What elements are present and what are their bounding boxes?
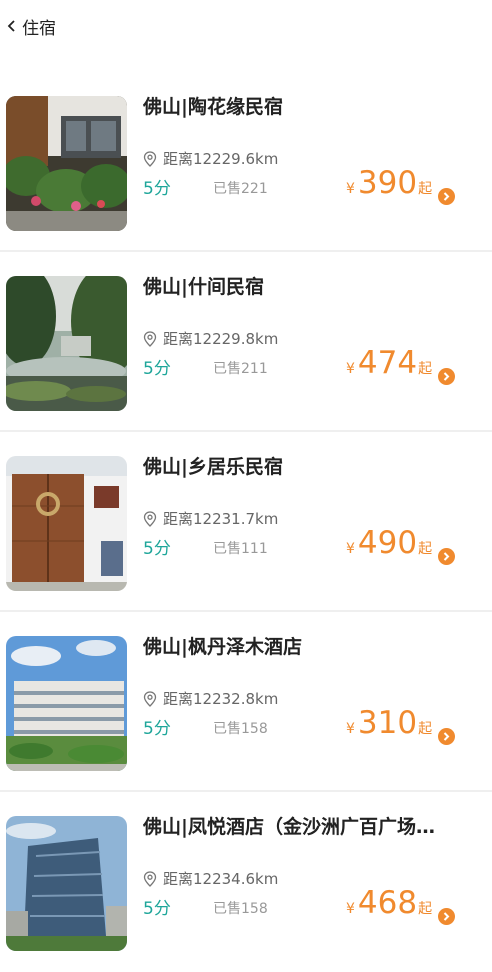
price[interactable]: ¥ 490 起 xyxy=(346,526,432,560)
arrow-right-circle-icon[interactable] xyxy=(438,908,455,925)
location-pin-icon xyxy=(143,690,157,707)
hotel-name[interactable]: 佛山|乡居乐民宿 xyxy=(143,452,478,479)
distance-text: 距离12234.6km xyxy=(163,870,279,888)
rating-score: 5分 xyxy=(143,179,171,199)
sold-count: 已售221 xyxy=(213,181,268,197)
currency-symbol: ¥ xyxy=(346,541,355,557)
hotel-photo xyxy=(6,636,127,771)
hotel-photo xyxy=(6,96,127,231)
hotel-photo xyxy=(6,816,127,951)
price-unit: 起 xyxy=(418,721,433,737)
distance: 距离12229.6km xyxy=(143,148,278,169)
rating-score: 5分 xyxy=(143,719,171,739)
distance-text: 距离12232.8km xyxy=(163,690,279,708)
hotel-card[interactable]: 佛山|枫丹泽木酒店 距离12232.8km 5分 已售158 ¥ 310 起 xyxy=(0,614,492,792)
sold-count: 已售111 xyxy=(213,541,268,557)
price-value: 468 xyxy=(357,885,418,921)
price-unit: 起 xyxy=(418,541,433,557)
hotel-name[interactable]: 佛山|陶花缘民宿 xyxy=(143,92,478,119)
distance: 距离12229.8km xyxy=(143,328,278,349)
price-unit: 起 xyxy=(418,181,433,197)
distance: 距离12232.8km xyxy=(143,688,278,709)
price-value: 310 xyxy=(357,705,418,741)
hotel-card[interactable]: 佛山|陶花缘民宿 距离12229.6km 5分 已售221 ¥ 390 起 xyxy=(0,74,492,252)
distance-text: 距离12229.6km xyxy=(163,150,279,168)
sold-count: 已售211 xyxy=(213,361,268,377)
distance: 距离12234.6km xyxy=(143,868,278,889)
price-value: 390 xyxy=(357,165,418,201)
hotel-photo xyxy=(6,276,127,411)
price-value: 490 xyxy=(357,525,418,561)
distance: 距离12231.7km xyxy=(143,508,278,529)
location-pin-icon xyxy=(143,150,157,167)
arrow-right-circle-icon[interactable] xyxy=(438,368,455,385)
distance-text: 距离12231.7km xyxy=(163,510,279,528)
page-title: 住宿 xyxy=(22,18,56,39)
location-pin-icon xyxy=(143,330,157,347)
sold-count: 已售158 xyxy=(213,901,268,917)
location-pin-icon xyxy=(143,510,157,527)
price-unit: 起 xyxy=(418,361,433,377)
hotel-name[interactable]: 佛山|枫丹泽木酒店 xyxy=(143,632,478,659)
arrow-right-circle-icon[interactable] xyxy=(438,188,455,205)
price-value: 474 xyxy=(357,345,418,381)
currency-symbol: ¥ xyxy=(346,901,355,917)
rating-score: 5分 xyxy=(143,899,171,919)
rating-score: 5分 xyxy=(143,359,171,379)
currency-symbol: ¥ xyxy=(346,181,355,197)
hotel-card[interactable]: 佛山|凤悦酒店（金沙洲广百广场… 距离12234.6km 5分 已售158 ¥ … xyxy=(0,794,492,972)
distance-text: 距离12229.8km xyxy=(163,330,279,348)
price[interactable]: ¥ 310 起 xyxy=(346,706,432,740)
top-bar: 住宿 xyxy=(0,0,492,52)
sold-count: 已售158 xyxy=(213,721,268,737)
price[interactable]: ¥ 390 起 xyxy=(346,166,432,200)
back-chevron-icon[interactable] xyxy=(4,16,20,36)
currency-symbol: ¥ xyxy=(346,721,355,737)
price-unit: 起 xyxy=(418,901,433,917)
price[interactable]: ¥ 468 起 xyxy=(346,886,432,920)
currency-symbol: ¥ xyxy=(346,361,355,377)
location-pin-icon xyxy=(143,870,157,887)
hotel-card[interactable]: 佛山|乡居乐民宿 距离12231.7km 5分 已售111 ¥ 490 起 xyxy=(0,434,492,612)
hotel-name[interactable]: 佛山|凤悦酒店（金沙洲广百广场… xyxy=(143,812,478,839)
hotel-card[interactable]: 佛山|什间民宿 距离12229.8km 5分 已售211 ¥ 474 起 xyxy=(0,254,492,432)
rating-score: 5分 xyxy=(143,539,171,559)
arrow-right-circle-icon[interactable] xyxy=(438,548,455,565)
price[interactable]: ¥ 474 起 xyxy=(346,346,432,380)
hotel-photo xyxy=(6,456,127,591)
arrow-right-circle-icon[interactable] xyxy=(438,728,455,745)
hotel-name[interactable]: 佛山|什间民宿 xyxy=(143,272,478,299)
